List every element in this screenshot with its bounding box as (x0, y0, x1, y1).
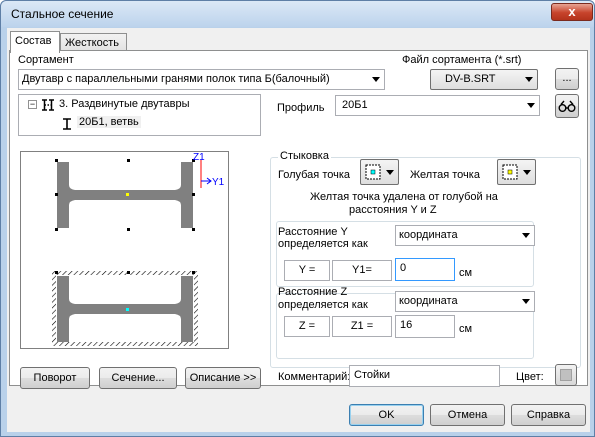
distance-y-mode-value: координата (399, 229, 458, 241)
distance-y-label-line1: Расстояние Y (278, 226, 348, 238)
tree-item-parent[interactable]: 3. Раздвинутые двутавры (59, 98, 190, 110)
section-drawing: Z1 Y1 (52, 152, 225, 346)
profile-select-value: 20Б1 (342, 99, 368, 111)
chevron-down-icon (372, 77, 380, 82)
rotate-button[interactable]: Поворот (20, 367, 90, 389)
local-axes (200, 160, 212, 188)
ok-button[interactable]: OK (349, 404, 424, 426)
chevron-down-icon (522, 233, 530, 238)
distance-z-unit: см (459, 323, 473, 335)
chevron-down-icon (386, 170, 394, 175)
chevron-down-icon (527, 103, 535, 108)
distance-z-label-line2: определяется как (278, 299, 368, 311)
yellow-point-marker (126, 193, 129, 196)
section-tree: − 3. Раздвинутые двутавры 20Б1, ветвь (18, 94, 261, 136)
blue-point-label: Голубая точка (278, 169, 351, 181)
distance-y-value-input[interactable]: 0 (395, 258, 455, 281)
distance-y-name1: Y = (284, 260, 330, 281)
title-bar[interactable]: Стальное сечение x (1, 1, 594, 27)
profile-label: Профиль (277, 102, 325, 114)
lower-beam-shape (57, 276, 193, 342)
browse-file-button[interactable]: ... (555, 68, 579, 90)
anchor-point-icon (364, 163, 382, 181)
color-picker-button[interactable] (555, 364, 577, 386)
junction-description-line2: расстояния Y и Z (349, 204, 437, 216)
ibeam-icon (61, 117, 73, 131)
tab-panel: Сортамент Двутавр с параллельными граням… (9, 50, 588, 386)
assortment-label: Сортамент (18, 54, 74, 66)
assortment-select-value: Двутавр с параллельными гранями полок ти… (22, 73, 330, 85)
blue-point-select[interactable] (360, 159, 399, 185)
close-button[interactable]: x (551, 3, 593, 21)
distance-z-label-line1: Расстояние Z (278, 286, 348, 298)
distance-y-label-line2: определяется как (278, 238, 368, 250)
tree-collapse-toggle[interactable]: − (28, 100, 37, 109)
glasses-icon (558, 100, 576, 116)
axis-y-label: Y1 (212, 177, 225, 188)
distance-y-mode-select[interactable]: координата (395, 225, 535, 246)
distance-z-mode-select[interactable]: координата (395, 291, 535, 312)
tree-item-child[interactable]: 20Б1, ветвь (77, 116, 141, 128)
chevron-down-icon (522, 299, 530, 304)
double-ibeam-icon (41, 98, 55, 112)
comment-input[interactable]: Стойки (349, 365, 500, 387)
dialog-client-area: Состав Жесткость Сортамент Двутавр с пар… (7, 28, 590, 432)
window-title: Стальное сечение (11, 7, 114, 21)
help-button[interactable]: Справка (511, 404, 586, 426)
upper-beam-shape (57, 162, 193, 228)
distance-z-mode-value: координата (399, 295, 458, 307)
section-button[interactable]: Сечение... (99, 367, 177, 389)
yellow-point-label: Желтая точка (410, 169, 480, 181)
comment-label: Комментарий: (278, 371, 351, 383)
distance-z-name1: Z = (284, 316, 330, 337)
tab-composition[interactable]: Состав (10, 31, 60, 53)
junction-description-line1: Желтая точка удалена от голубой на (310, 191, 498, 203)
cancel-button[interactable]: Отмена (430, 404, 505, 426)
blue-point-marker (126, 308, 129, 311)
dialog-window: Стальное сечение x Состав Жесткость Сорт… (0, 0, 595, 437)
axis-z-label: Z1 (193, 152, 205, 163)
assortment-file-value: DV-B.SRT (445, 73, 496, 85)
section-preview: Z1 Y1 (20, 151, 229, 349)
anchor-point-icon (501, 163, 519, 181)
distance-y-unit: см (459, 267, 473, 279)
assortment-file-label: Файл сортамента (*.srt) (402, 54, 522, 66)
distance-z-value-input[interactable]: 16 (395, 315, 455, 338)
chevron-down-icon (525, 77, 533, 82)
assortment-select[interactable]: Двутавр с параллельными гранями полок ти… (18, 69, 385, 90)
description-button[interactable]: Описание >> (185, 367, 261, 389)
assortment-file-select[interactable]: DV-B.SRT (430, 69, 538, 90)
distance-y-name2: Y1= (332, 260, 392, 281)
chevron-down-icon (523, 170, 531, 175)
junction-group-title: Стыковка (278, 150, 331, 162)
color-label: Цвет: (516, 371, 544, 383)
view-profile-button[interactable] (555, 94, 579, 118)
distance-z-name2: Z1 = (332, 316, 392, 337)
yellow-point-select[interactable] (497, 159, 536, 185)
color-swatch (560, 369, 572, 381)
profile-select[interactable]: 20Б1 (335, 95, 540, 116)
